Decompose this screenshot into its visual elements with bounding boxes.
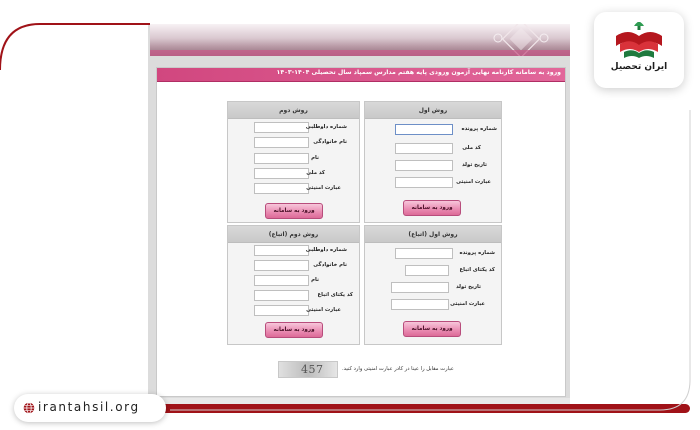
website-badge: irantahsil.org [14,394,166,422]
last-name-input[interactable] [254,137,309,148]
panel-method1: روش اول شماره پرونده کد ملی تاریخ تولد ع… [364,101,502,223]
panel-method1-foreign: روش اول (اتباع) شماره پرونده کد یکتای ات… [364,225,502,345]
form-row: نام خانوادگی [228,137,361,149]
birth-date-input[interactable] [391,282,449,293]
form-row: نام [228,153,361,165]
field-label: عبارت امنیتی [306,307,341,313]
field-label: نام [311,155,319,161]
captcha-image: 457 [278,361,338,378]
header-banner [150,24,570,56]
submit-button[interactable]: ورود به سامانه [265,322,323,338]
form-row: تاریخ تولد [365,282,503,294]
form-row: عبارت امنیتی [365,177,503,189]
form-row: کد ملی [228,168,361,180]
form-row: کد یکتای اتباع [365,265,503,277]
field-label: کد ملی [462,145,481,151]
field-label: تاریخ تولد [455,284,481,290]
last-name-input[interactable] [254,260,309,271]
field-label: عبارت امنیتی [456,179,491,185]
brand-logo-caption: ایران تحصیل [610,62,668,72]
form-row: کد ملی [365,143,503,155]
field-label: نام خانوادگی [313,262,347,268]
form-row: شماره پرونده [365,124,503,136]
form-row: شماره داوطلبی [228,122,361,134]
banner-stripe [150,50,570,56]
field-label: نام [311,277,319,283]
brand-red-stripe [150,404,690,413]
field-label: کد ملی [306,170,325,176]
panel-method2-foreign-heading: روش دوم (اتباع) [228,226,359,243]
field-label: عبارت امنیتی [450,301,485,307]
file-number-input[interactable] [395,248,453,259]
form-row: نام خانوادگی [228,260,361,272]
login-content: ورود به سامانه کارنامه نهایی آزمون ورودی… [156,67,566,397]
field-label: نام خانوادگی [313,139,347,145]
captcha-code: 457 [301,363,324,376]
panel-method2-foreign: روش دوم (اتباع) شماره داوطلبی نام خانواد… [227,225,360,345]
form-row: کد یکتای اتباع [228,290,361,302]
field-label: شماره داوطلبی [305,124,347,130]
panel-method2-heading: روش دوم [228,102,359,119]
first-name-input[interactable] [254,153,309,164]
security-phrase-input[interactable] [395,177,453,188]
foreign-id-input[interactable] [254,290,309,301]
globe-icon [23,402,35,414]
book-logo-icon [616,22,662,58]
candidate-number-input[interactable] [254,122,309,133]
national-code-input[interactable] [395,143,453,154]
file-number-input[interactable] [395,124,453,135]
field-label: شماره پرونده [461,126,497,132]
brand-logo-card: ایران تحصیل [594,12,684,88]
form-row: عبارت امنیتی [365,299,503,311]
first-name-input[interactable] [254,275,309,286]
security-phrase-input[interactable] [391,299,449,310]
submit-button[interactable]: ورود به سامانه [403,321,461,337]
website-url: irantahsil.org [38,400,140,414]
field-label: کد یکتای اتباع [459,267,495,273]
field-label: شماره پرونده [459,250,495,256]
captcha-instruction: عبارت مقابل را عینا در کادر عبارت امنیتی… [342,366,454,372]
panel-method1-foreign-heading: روش اول (اتباع) [365,226,501,243]
foreign-id-input[interactable] [405,265,449,276]
field-label: عبارت امنیتی [306,185,341,191]
form-row: شماره پرونده [365,248,503,260]
form-row: عبارت امنیتی [228,305,361,317]
form-row: نام [228,275,361,287]
panel-method1-heading: روش اول [365,102,501,119]
form-row: عبارت امنیتی [228,183,361,195]
form-row: تاریخ تولد [365,160,503,172]
field-label: تاریخ تولد [461,162,487,168]
security-phrase-input[interactable] [254,305,309,316]
candidate-number-input[interactable] [254,245,309,256]
submit-button[interactable]: ورود به سامانه [265,203,323,219]
birth-date-input[interactable] [395,160,453,171]
field-label: شماره داوطلبی [305,247,347,253]
form-row: شماره داوطلبی [228,245,361,257]
security-phrase-input[interactable] [254,183,309,194]
page-title: ورود به سامانه کارنامه نهایی آزمون ورودی… [276,69,561,76]
screenshot-frame: ورود به سامانه کارنامه نهایی آزمون ورودی… [0,0,700,430]
submit-button[interactable]: ورود به سامانه [403,200,461,216]
national-code-input[interactable] [254,168,309,179]
field-label: کد یکتای اتباع [317,292,353,298]
panel-method2: روش دوم شماره داوطلبی نام خانوادگی نام ک… [227,101,360,223]
title-bar: ورود به سامانه کارنامه نهایی آزمون ورودی… [157,68,565,82]
